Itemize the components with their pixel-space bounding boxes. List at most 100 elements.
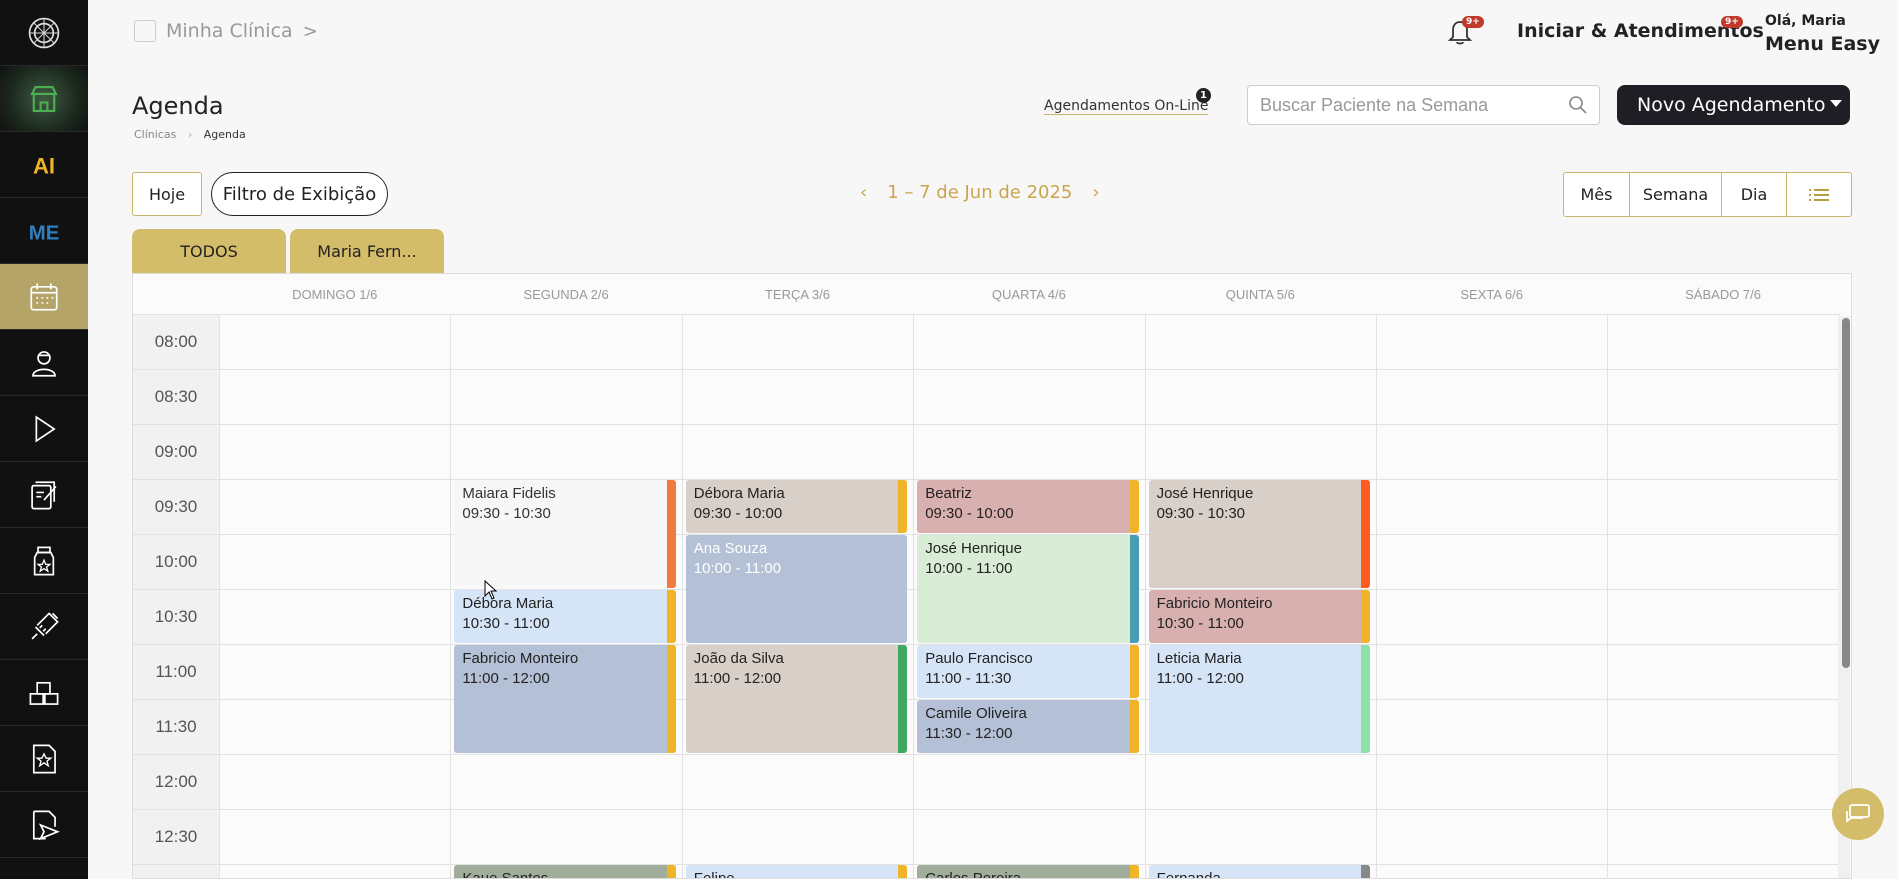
appointment-time: 10:00 - 11:00: [925, 560, 1013, 577]
svg-text:AI: AI: [33, 153, 55, 178]
sidebar-item-store[interactable]: [0, 66, 88, 132]
appointment-card[interactable]: Fabricio Monteiro 11:00 - 12:00: [454, 645, 676, 753]
page-title: Agenda: [132, 92, 224, 120]
appointment-card[interactable]: Camile Oliveira 11:30 - 12:00: [917, 700, 1139, 753]
appointment-time: 10:30 - 11:00: [462, 615, 550, 632]
sidebar-item-patients[interactable]: [0, 330, 88, 396]
menu-easy-button[interactable]: Menu Easy: [1765, 33, 1880, 55]
star-document-icon: [32, 744, 56, 773]
grid-line: [681, 314, 683, 878]
grid-line: [1607, 314, 1609, 878]
clinic-name: Minha Clínica: [166, 20, 293, 42]
search-input[interactable]: Buscar Paciente na Semana: [1247, 85, 1600, 125]
sidebar-item-reports[interactable]: [0, 726, 88, 792]
grid-line: [450, 314, 452, 878]
view-switcher: Mês Semana Dia: [1563, 172, 1852, 217]
status-bar: [1129, 480, 1139, 533]
day-header[interactable]: SEGUNDA 2/6: [450, 274, 681, 314]
appointment-time: 11:00 - 12:00: [1156, 670, 1244, 687]
status-bar: [666, 645, 676, 753]
appointment-time: 09:30 - 10:00: [693, 505, 783, 522]
tab-professional[interactable]: Maria Fern...: [290, 229, 444, 273]
day-header[interactable]: SÁBADO 7/6: [1607, 274, 1838, 314]
search-icon[interactable]: [1568, 95, 1588, 115]
chevron-left-icon[interactable]: ‹: [860, 182, 867, 203]
appointment-card[interactable]: Paulo Francisco 11:00 - 11:30: [917, 645, 1139, 698]
appointment-card[interactable]: Kaue Santos: [454, 865, 676, 878]
sidebar-item-ai[interactable]: AI: [0, 132, 88, 198]
appointment-patient: Débora Maria: [693, 485, 785, 502]
display-filter-button[interactable]: Filtro de Exibição: [211, 172, 388, 216]
appointment-card[interactable]: Carlos Pereira: [917, 865, 1139, 878]
caret-down-icon[interactable]: [1830, 100, 1842, 107]
calendar-icon: [30, 282, 58, 311]
appointment-card[interactable]: Leticia Maria 11:00 - 12:00: [1148, 645, 1370, 753]
app-logo[interactable]: [0, 0, 88, 66]
sidebar: AI ME: [0, 0, 88, 879]
date-range: 1 – 7 de Jun de 2025: [887, 182, 1073, 203]
sidebar-item-records[interactable]: [0, 462, 88, 528]
new-appointment-button[interactable]: Novo Agendamento: [1617, 85, 1850, 125]
view-week[interactable]: Semana: [1630, 173, 1722, 216]
status-bar: [1129, 700, 1139, 753]
appointment-card[interactable]: João da Silva 11:00 - 12:00: [685, 645, 908, 753]
send-document-icon: [32, 810, 60, 840]
view-day[interactable]: Dia: [1722, 173, 1787, 216]
status-bar: [1360, 480, 1370, 588]
bottle-icon: [33, 546, 55, 575]
breadcrumb-clinicas[interactable]: Clínicas: [134, 128, 176, 141]
today-button[interactable]: Hoje: [132, 172, 202, 216]
sidebar-item-agenda[interactable]: [0, 264, 88, 330]
day-header[interactable]: TERÇA 3/6: [682, 274, 913, 314]
appointment-card[interactable]: Beatriz 09:30 - 10:00: [917, 480, 1139, 533]
status-bar: [898, 645, 908, 753]
day-header[interactable]: SEXTA 6/6: [1376, 274, 1607, 314]
appointment-time: 10:30 - 11:00: [1156, 615, 1244, 632]
day-header[interactable]: DOMINGO 1/6: [219, 274, 450, 314]
sidebar-item-inventory[interactable]: [0, 660, 88, 726]
appointment-patient: João da Silva: [693, 650, 784, 667]
sidebar-item-me[interactable]: ME: [0, 198, 88, 264]
view-month[interactable]: Mês: [1564, 173, 1630, 216]
day-header[interactable]: QUINTA 5/6: [1145, 274, 1376, 314]
appointment-card[interactable]: José Henrique 10:00 - 11:00: [917, 535, 1139, 643]
appointment-card[interactable]: José Henrique 09:30 - 10:30: [1148, 480, 1370, 588]
online-appointments-link[interactable]: Agendamentos On-Line: [1044, 98, 1209, 115]
list-icon: [1809, 188, 1829, 201]
appointment-patient: Beatriz: [925, 485, 972, 502]
appointment-patient: José Henrique: [925, 540, 1022, 557]
appointment-time: 09:30 - 10:30: [1156, 505, 1245, 522]
chevron-right-icon[interactable]: ›: [1092, 182, 1099, 203]
time-label: 12:30: [154, 826, 198, 846]
status-bar: [898, 480, 908, 533]
appointment-card[interactable]: Maiara Fidelis 09:30 - 10:30: [454, 480, 676, 588]
sidebar-item-send[interactable]: [0, 792, 88, 858]
chevron-right-icon: >: [302, 20, 318, 42]
tab-todos[interactable]: TODOS: [132, 229, 286, 273]
sidebar-item-products[interactable]: [0, 528, 88, 594]
chat-button[interactable]: [1832, 788, 1884, 840]
appointment-card[interactable]: Felipe: [685, 865, 908, 878]
grid-line: [1376, 314, 1377, 878]
clinic-logo: [134, 20, 156, 42]
notifications-button[interactable]: 9+: [1447, 16, 1484, 50]
sidebar-item-procedures[interactable]: [0, 594, 88, 660]
appointment-patient: José Henrique: [1156, 485, 1254, 502]
day-header[interactable]: QUARTA 4/6: [913, 274, 1144, 314]
appointment-card[interactable]: Débora Maria 09:30 - 10:00: [685, 480, 908, 533]
syringe-icon: [31, 611, 59, 640]
breadcrumb: Clínicas › Agenda: [134, 128, 246, 141]
appointment-card[interactable]: Fernanda: [1148, 865, 1370, 878]
appointment-card[interactable]: Ana Souza 10:00 - 11:00: [685, 535, 908, 643]
scrollbar-thumb[interactable]: [1842, 318, 1850, 668]
view-list[interactable]: [1787, 173, 1851, 216]
time-label: 08:30: [154, 386, 198, 406]
boxes-icon: [29, 681, 59, 705]
status-bar: [1129, 865, 1139, 878]
appointment-time: 11:00 - 12:00: [693, 670, 782, 687]
sidebar-item-play[interactable]: [0, 396, 88, 462]
appointment-patient: Paulo Francisco: [925, 650, 1033, 667]
iniciar-atendimentos-button[interactable]: Iniciar & Atendimentos 9+: [1517, 16, 1764, 42]
appointment-card[interactable]: Fabricio Monteiro 10:30 - 11:00: [1148, 590, 1370, 643]
clinic-selector[interactable]: Minha Clínica >: [134, 20, 318, 42]
